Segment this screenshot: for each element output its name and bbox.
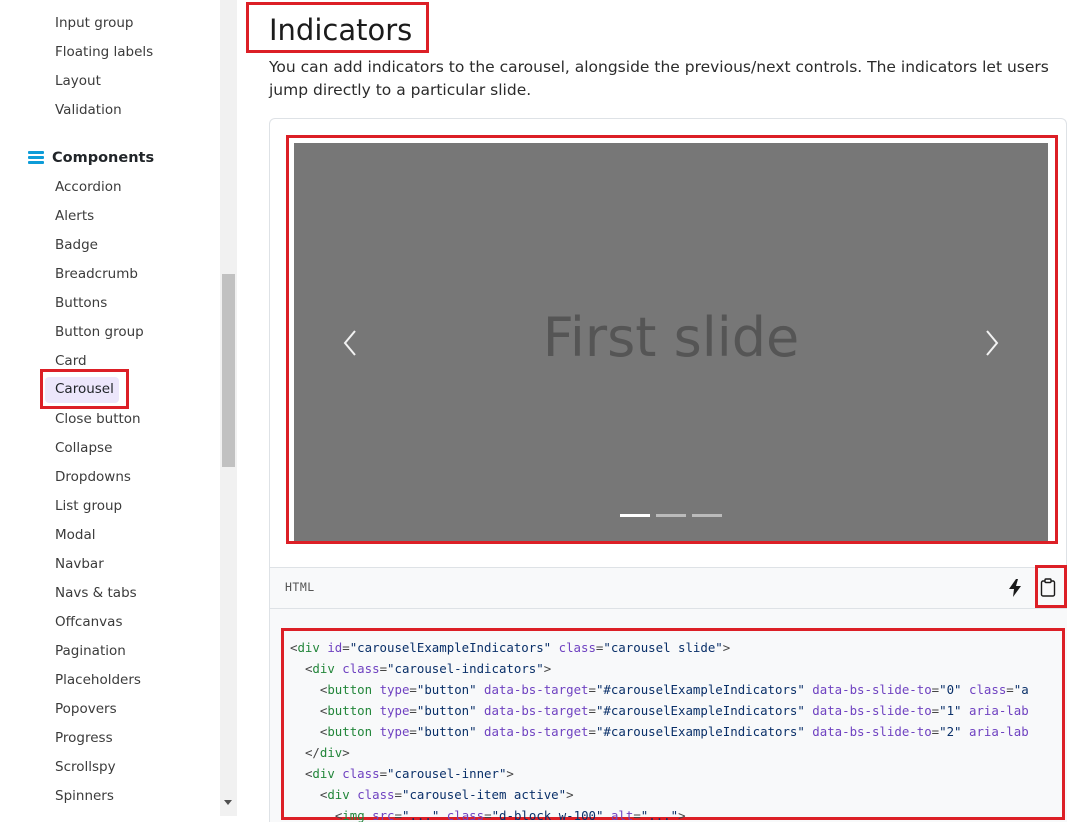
sidebar-scrollbar-thumb[interactable] [222,274,235,467]
carousel-next-icon[interactable] [985,329,999,357]
sidebar-item-input-group[interactable]: Input group [55,14,133,32]
section-heading: Indicators [269,13,413,47]
code-line: </div> [304,745,350,760]
sidebar-item-breadcrumb[interactable]: Breadcrumb [55,265,138,283]
carousel[interactable]: First slide [294,143,1048,541]
slide-label: First slide [542,306,800,369]
code-line: <div class="carousel-item active"> [319,787,574,802]
sidebar-item-placeholders[interactable]: Placeholders [55,671,141,689]
code-line: <div class="carousel-indicators"> [304,661,552,676]
clipboard-icon[interactable] [1040,578,1056,597]
sidebar-item-pagination[interactable]: Pagination [55,642,126,660]
sidebar-item-floating-labels[interactable]: Floating labels [55,43,153,61]
sidebar-item-alerts[interactable]: Alerts [55,207,94,225]
sidebar-item-buttons[interactable]: Buttons [55,294,107,312]
list-icon [28,151,44,165]
carousel-indicator[interactable] [656,514,686,517]
sidebar-item-progress[interactable]: Progress [55,729,113,747]
scroll-down-arrow-icon[interactable] [224,800,232,805]
sidebar-item-dropdowns[interactable]: Dropdowns [55,468,131,486]
sidebar-group-label: Components [52,150,155,166]
sidebar-item-popovers[interactable]: Popovers [55,700,117,718]
sidebar-item-navbar[interactable]: Navbar [55,555,104,573]
code-line: <button type="button" data-bs-target="#c… [319,703,1029,718]
code-toolbar [269,567,1067,609]
sidebar-item-validation[interactable]: Validation [55,101,122,119]
code-line: <button type="button" data-bs-target="#c… [319,724,1029,739]
code-language-label: HTML [285,580,315,594]
sidebar-item-modal[interactable]: Modal [55,526,96,544]
sidebar-item-offcanvas[interactable]: Offcanvas [55,613,122,631]
sidebar-group-components[interactable]: Components [28,150,154,166]
sidebar-item-accordion[interactable]: Accordion [55,178,122,196]
sidebar-item-navs-tabs[interactable]: Navs & tabs [55,584,137,602]
docs-sidebar: Input group Floating labels Layout Valid… [0,0,220,822]
sidebar-item-badge[interactable]: Badge [55,236,98,254]
code-line: <div class="carousel-inner"> [304,766,514,781]
sidebar-item-spinners[interactable]: Spinners [55,787,114,805]
sidebar-item-card[interactable]: Card [55,352,87,370]
sidebar-item-layout[interactable]: Layout [55,72,101,90]
sidebar-item-button-group[interactable]: Button group [55,323,144,341]
sidebar-item-carousel[interactable]: Carousel [55,381,114,397]
sidebar-item-list-group[interactable]: List group [55,497,122,515]
carousel-indicator[interactable] [620,514,650,517]
sidebar-item-collapse[interactable]: Collapse [55,439,112,457]
bolt-icon[interactable] [1008,579,1022,597]
carousel-prev-icon[interactable] [343,329,357,357]
sidebar-item-close-button[interactable]: Close button [55,410,141,428]
sidebar-item-scrollspy[interactable]: Scrollspy [55,758,116,776]
carousel-indicator[interactable] [692,514,722,517]
code-line: <button type="button" data-bs-target="#c… [319,682,1029,697]
code-line: <div id="carouselExampleIndicators" clas… [290,640,731,655]
section-description: You can add indicators to the carousel, … [269,58,1049,99]
code-line: <img src="..." class="d-block w-100" alt… [334,808,686,822]
carousel-indicators [620,514,722,517]
